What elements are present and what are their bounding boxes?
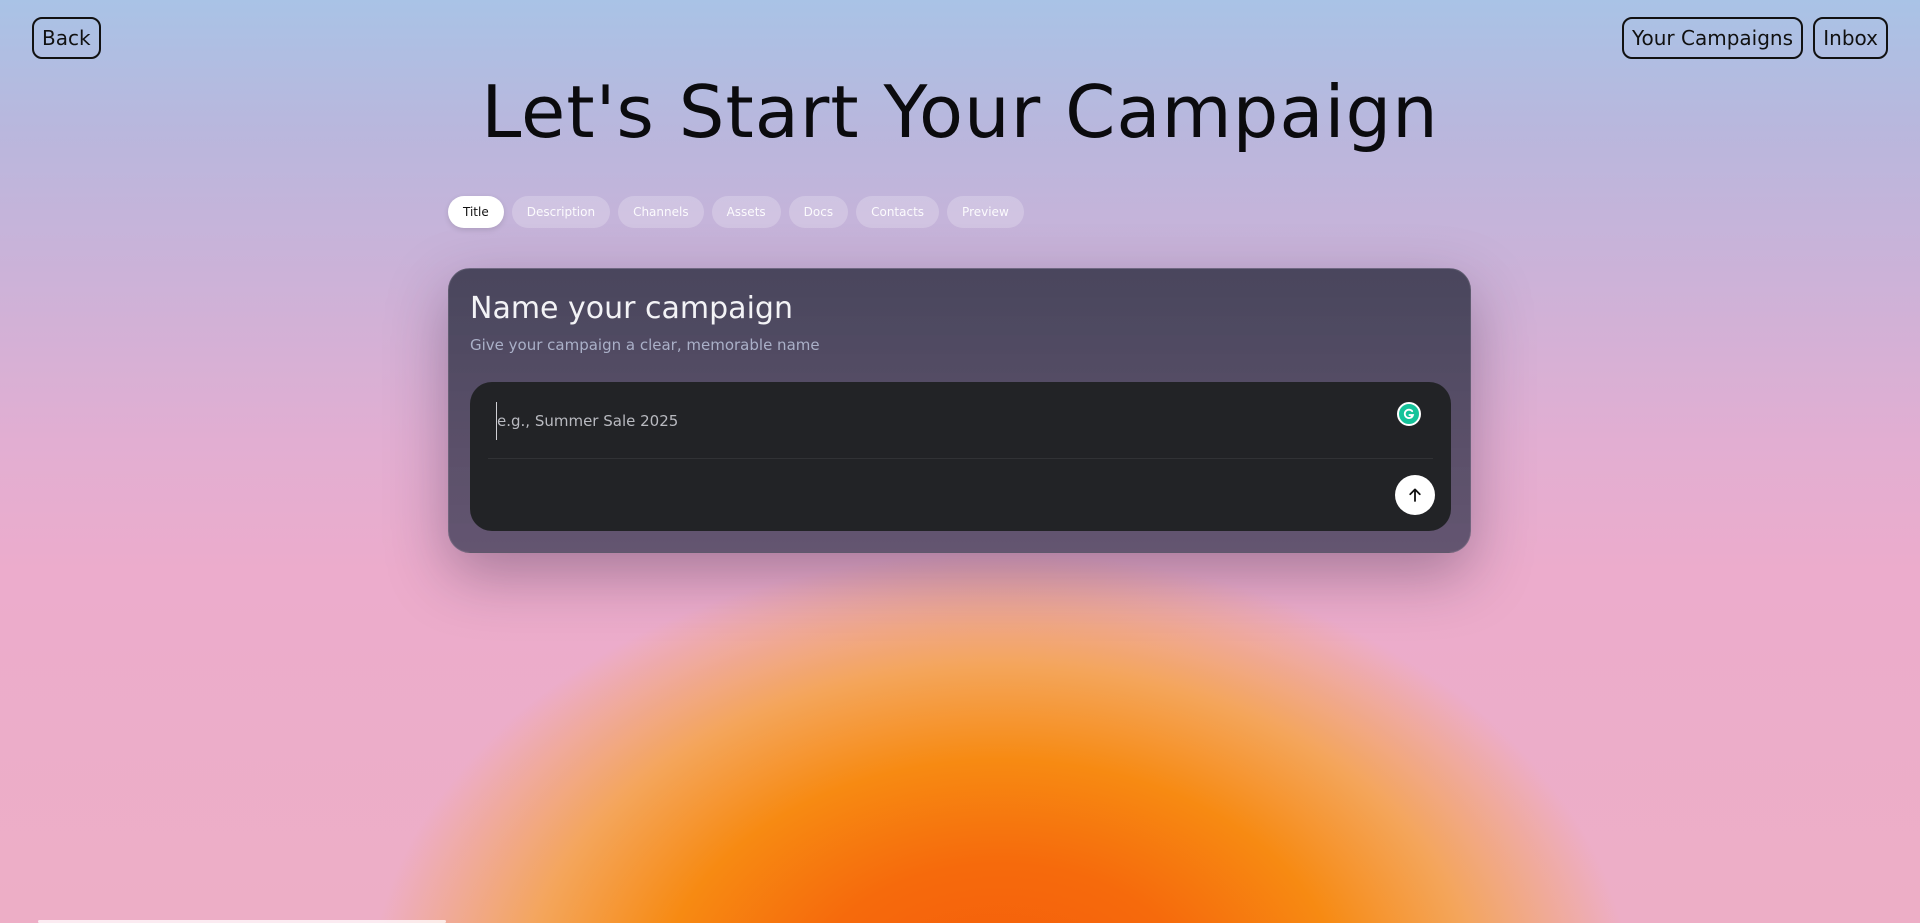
step-tab-preview[interactable]: Preview [947,196,1024,228]
step-tab-assets[interactable]: Assets [711,196,781,228]
campaign-name-input-box [470,382,1451,531]
arrow-up-icon [1409,488,1421,502]
card-title: Name your campaign [470,291,793,326]
card-subtitle: Give your campaign a clear, memorable na… [470,336,820,354]
step-tab-contacts[interactable]: Contacts [856,196,940,228]
page-title: Let's Start Your Campaign [481,70,1439,154]
inbox-button[interactable]: Inbox [1813,17,1888,59]
step-tab-title[interactable]: Title [448,196,504,228]
step-tab-channels[interactable]: Channels [618,196,704,228]
step-tab-docs[interactable]: Docs [788,196,849,228]
campaign-name-input[interactable] [496,402,1369,440]
back-button[interactable]: Back [32,17,101,59]
input-divider [488,458,1433,459]
grammar-check-icon[interactable] [1397,402,1421,426]
grammar-g-glyph [1403,408,1415,419]
your-campaigns-button[interactable]: Your Campaigns [1621,17,1803,59]
step-tabs: Title Description Channels Assets Docs C… [448,196,1024,228]
step-tab-description[interactable]: Description [511,196,611,228]
campaign-name-card: Name your campaign Give your campaign a … [448,268,1471,553]
submit-button[interactable] [1395,475,1435,515]
